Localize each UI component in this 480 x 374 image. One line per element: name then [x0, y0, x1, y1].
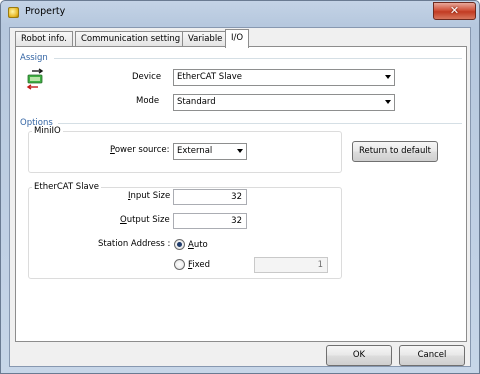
title-bar[interactable]: Property ✕	[1, 1, 479, 25]
return-to-default-button[interactable]: Return to default	[352, 141, 438, 162]
property-dialog: Property ✕ Robot info. Communication set…	[0, 0, 480, 374]
fixed-radio-label[interactable]: Fixed	[188, 260, 210, 270]
fixed-address-field[interactable]: 1	[254, 257, 328, 273]
mode-label: Mode	[136, 96, 160, 106]
station-address-label: Station Address :	[98, 239, 171, 249]
assign-divider	[54, 58, 462, 59]
output-size-label: Output Size	[120, 215, 170, 225]
device-label: Device	[132, 72, 162, 82]
options-divider	[58, 123, 462, 124]
dialog-body: Robot info. Communication setting Variab…	[9, 27, 471, 367]
fixed-radio[interactable]	[174, 259, 185, 270]
app-icon	[8, 7, 19, 18]
assign-section-label: Assign	[20, 53, 48, 63]
cancel-button[interactable]: Cancel	[399, 345, 465, 366]
chevron-down-icon	[385, 75, 391, 79]
device-combobox[interactable]: EtherCAT Slave	[173, 69, 395, 86]
tab-robot-info[interactable]: Robot info.	[15, 31, 73, 47]
ethercat-device-icon	[26, 68, 44, 90]
ok-button[interactable]: OK	[326, 345, 392, 366]
tab-communication-setting[interactable]: Communication setting	[75, 31, 187, 47]
chevron-down-icon	[385, 100, 391, 104]
mode-value: Standard	[177, 97, 216, 107]
ethercat-slave-group-label: EtherCAT Slave	[32, 182, 102, 192]
tab-io[interactable]: I/O	[225, 29, 250, 48]
power-source-value: External	[177, 146, 213, 156]
close-button[interactable]: ✕	[433, 2, 476, 20]
io-tab-panel: Assign Device EtherCAT Slave Mode Standa…	[15, 46, 467, 342]
power-source-combobox[interactable]: External	[173, 143, 247, 160]
output-size-field[interactable]: 32	[173, 213, 247, 229]
input-size-label: Input Size	[128, 191, 171, 201]
miniio-group-label: MiniIO	[32, 126, 63, 136]
auto-radio-label[interactable]: Auto	[188, 240, 208, 250]
window-title: Property	[25, 6, 66, 17]
mode-combobox[interactable]: Standard	[173, 94, 395, 111]
device-value: EtherCAT Slave	[177, 72, 243, 82]
chevron-down-icon	[237, 149, 243, 153]
tab-variable[interactable]: Variable	[182, 31, 229, 47]
auto-radio[interactable]	[174, 239, 185, 250]
power-source-label: Power source:	[110, 145, 170, 155]
input-size-field[interactable]: 32	[173, 189, 247, 205]
